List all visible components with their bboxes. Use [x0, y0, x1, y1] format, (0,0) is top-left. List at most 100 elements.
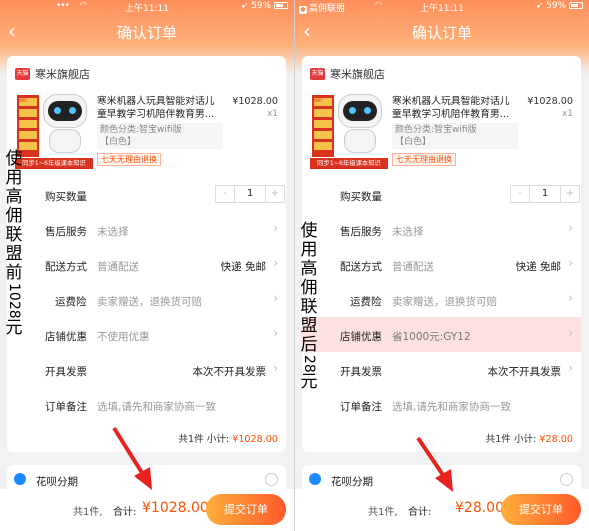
row-right-value: 快递 免邮 [220, 261, 266, 273]
annotation-text: 使用高佣联盟后 28 元 [300, 221, 318, 392]
order-note-input[interactable]: 选填,请先和商家协商一致 [392, 399, 511, 414]
row-label: 配送方式 [45, 261, 87, 273]
battery-percent: 59% [546, 1, 567, 11]
chevron-right-icon: › [568, 326, 573, 340]
row-value: 省1000元:GY12 [392, 331, 471, 343]
tmall-badge: 天猫 [310, 68, 325, 80]
row-shipping-insurance[interactable]: 运费险 卖家赠送，退换货可赔 › [302, 282, 581, 317]
battery-icon [569, 2, 583, 9]
shop-name: 寒米旗舰店 [330, 68, 385, 81]
bottom-bar: 共1件, 合计: ¥28.00 提交订单 [295, 489, 589, 531]
bottom-bar: 共1件, 合计: ¥1028.00 提交订单 [0, 489, 294, 531]
battery-percent: 59% [251, 1, 272, 11]
row-value: 普通配送 [97, 261, 139, 273]
minus-button[interactable]: - [216, 186, 234, 202]
screenshot-after: ● 高佣联盟 ◠ 上午11:11 ➹ 59% ‹ 确认订单 天猫 寒米旗舰店 WI… [295, 0, 589, 531]
shop-name: 寒米旗舰店 [35, 68, 90, 81]
battery-icon [274, 2, 288, 9]
row-label: 购买数量 [340, 191, 382, 203]
row-label: 运费险 [55, 296, 87, 308]
quantity-value[interactable]: 1 [529, 186, 561, 202]
annotation-text: 使用高佣联盟前 1028 元 [5, 149, 23, 338]
row-value: 未选择 [97, 226, 129, 238]
product-title[interactable]: 寒米机器人玩具智能对话儿童早教学习机陪伴教育男... [97, 95, 223, 121]
shop-header[interactable]: 天猫 寒米旗舰店 [310, 66, 385, 82]
row-label: 店铺优惠 [45, 331, 87, 343]
minus-button[interactable]: - [511, 186, 529, 202]
row-invoice[interactable]: 开具发票 本次不开具发票 › [302, 352, 581, 387]
quantity-value[interactable]: 1 [234, 186, 266, 202]
status-bar: ● 高佣联盟 ◠ 上午11:11 ➹ 59% [295, 0, 589, 14]
product-variant: 颜色分类:智宝wifi版 【白色】 [392, 123, 518, 149]
status-bar: ••• ◠ 上午11:11 ➹ 59% [0, 0, 294, 14]
plus-button[interactable]: + [561, 186, 579, 202]
row-right-value: 本次不开具发票 [487, 366, 562, 378]
location-icon: ➹ [535, 1, 547, 11]
row-order-note[interactable]: 订单备注 选填,请先和商家协商一致 [7, 387, 286, 422]
page-title: 确认订单 [411, 24, 472, 42]
chevron-right-icon: › [273, 256, 278, 270]
row-label: 配送方式 [340, 261, 382, 273]
product-price: ¥1028.00 [232, 96, 278, 107]
image-banner: 同步1~6年级课本知识 [310, 158, 388, 169]
row-label: 购买数量 [45, 191, 87, 203]
row-right-value: 本次不开具发票 [192, 366, 267, 378]
chevron-right-icon: › [568, 291, 573, 305]
submit-order-button[interactable]: 提交订单 [206, 494, 286, 525]
row-label: 店铺优惠 [340, 331, 382, 343]
shop-header[interactable]: 天猫 寒米旗舰店 [15, 66, 90, 82]
huabei-icon [14, 473, 26, 485]
chevron-right-icon: › [273, 291, 278, 305]
row-delivery[interactable]: 配送方式 普通配送 快递 免邮 › [302, 247, 581, 282]
row-label: 订单备注 [45, 401, 87, 413]
order-note-input[interactable]: 选填,请先和商家协商一致 [97, 399, 216, 414]
item-count: 共1件, [368, 507, 398, 518]
row-after-sales[interactable]: 售后服务 未选择 › [302, 212, 581, 247]
subtotal: 共1件 小计: ¥1028.00 [178, 434, 278, 445]
row-label: 运费险 [350, 296, 382, 308]
row-label: 开具发票 [340, 366, 382, 378]
tmall-badge: 天猫 [15, 68, 30, 80]
row-shipping-insurance[interactable]: 运费险 卖家赠送，退换货可赔 › [7, 282, 286, 317]
row-shop-coupon[interactable]: 店铺优惠 省1000元:GY12 › [302, 317, 581, 352]
subtotal-amount: ¥28.00 [539, 434, 573, 445]
quantity-stepper[interactable]: - 1 + [215, 185, 285, 203]
row-label: 售后服务 [340, 226, 382, 238]
row-label: 订单备注 [340, 401, 382, 413]
product-price: ¥1028.00 [527, 96, 573, 107]
quantity-stepper[interactable]: - 1 + [510, 185, 580, 203]
chevron-right-icon: › [568, 221, 573, 235]
row-shop-coupon[interactable]: 店铺优惠 不使用优惠 › [7, 317, 286, 352]
nav-header: ‹ 确认订单 [0, 14, 294, 48]
row-delivery[interactable]: 配送方式 普通配送 快递 免邮 › [7, 247, 286, 282]
row-label: 开具发票 [45, 366, 87, 378]
row-right-value: 快递 免邮 [515, 261, 561, 273]
row-value: 不使用优惠 [97, 331, 150, 343]
submit-order-button[interactable]: 提交订单 [501, 494, 581, 525]
location-icon: ➹ [240, 1, 252, 11]
total-label: 合计: [408, 507, 432, 518]
product-variant: 颜色分类:智宝wifi版 【白色】 [97, 123, 223, 149]
product-title[interactable]: 寒米机器人玩具智能对话儿童早教学习机陪伴教育男... [392, 95, 518, 121]
row-quantity: 购买数量 - 1 + [7, 177, 286, 212]
row-order-note[interactable]: 订单备注 选填,请先和商家协商一致 [302, 387, 581, 422]
product-image[interactable]: WIFI 同步1~6年级课本知识 [15, 91, 93, 169]
product-image[interactable]: WIFI 同步1~6年级课本知识 [310, 91, 388, 169]
chevron-right-icon: › [568, 256, 573, 270]
huabei-radio[interactable] [560, 473, 573, 486]
total-label: 合计: [113, 507, 137, 518]
total-amount: ¥28.00 [455, 500, 504, 516]
order-card: 天猫 寒米旗舰店 WIFI 同步1~6年级课本知识 寒米机器人玩具智能对话儿童早… [7, 56, 286, 452]
page-title: 确认订单 [116, 24, 177, 42]
product-qty: x1 [266, 109, 278, 119]
chevron-right-icon: › [568, 361, 573, 375]
huabei-radio[interactable] [265, 473, 278, 486]
row-label: 售后服务 [45, 226, 87, 238]
row-value: 卖家赠送，退换货可赔 [97, 296, 202, 308]
image-banner: 同步1~6年级课本知识 [15, 158, 93, 169]
plus-button[interactable]: + [266, 186, 284, 202]
refund-badge: 七天无理由退换 [392, 153, 456, 166]
row-value: 卖家赠送，退换货可赔 [392, 296, 497, 308]
row-after-sales[interactable]: 售后服务 未选择 › [7, 212, 286, 247]
row-invoice[interactable]: 开具发票 本次不开具发票 › [7, 352, 286, 387]
